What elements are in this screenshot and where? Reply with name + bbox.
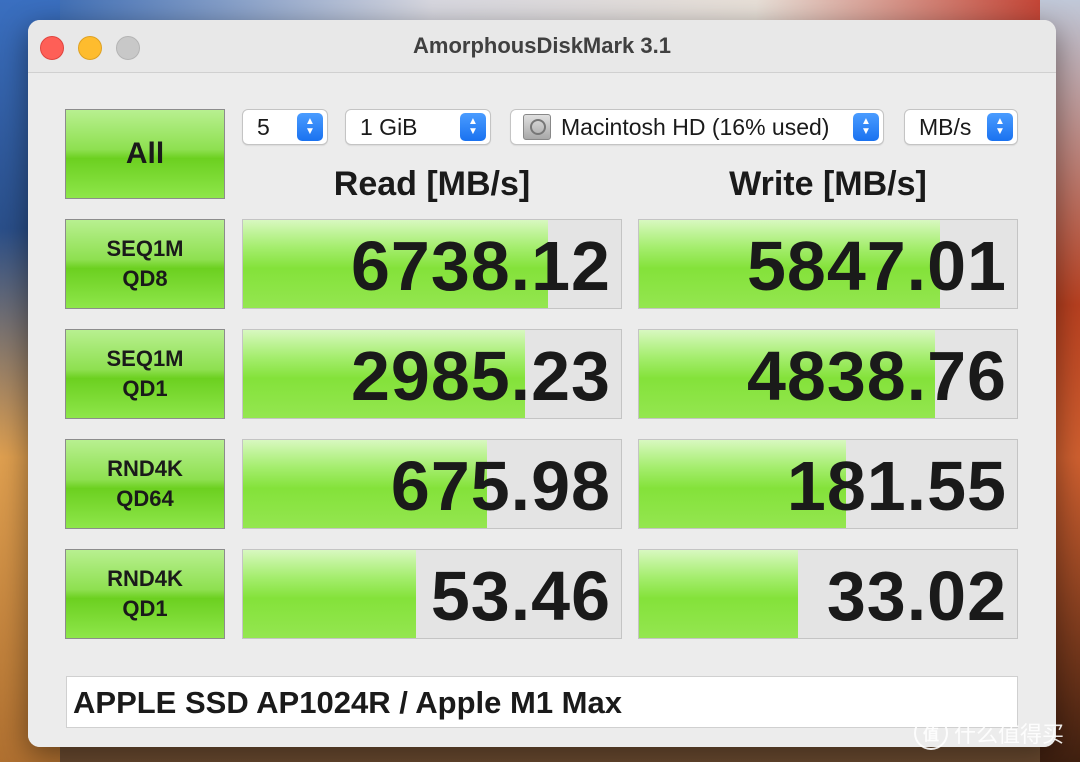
title-bar: AmorphousDiskMark 3.1 [28,20,1056,73]
read-result-value: 675.98 [390,447,611,525]
count-value: 5 [257,113,270,140]
read-result-value: 2985.23 [350,337,611,415]
size-select[interactable]: 1 GiB ▲ ▼ [345,109,491,145]
write-result-bar [639,550,799,638]
test-button-seq1m-qd1[interactable]: SEQ1M QD1 [65,329,225,419]
unit-stepper-icon: ▲ ▼ [987,113,1013,141]
count-stepper-icon: ▲ ▼ [297,113,323,141]
disk-value: Macintosh HD (16% used) [561,113,830,140]
read-result-value: 6738.12 [350,227,611,305]
test-button-rnd4k-qd64[interactable]: RND4K QD64 [65,439,225,529]
test-name-line2: QD64 [116,486,174,511]
read-result-cell: 2985.23 [242,329,622,419]
run-all-label: All [125,137,165,170]
size-stepper-icon: ▲ ▼ [460,113,486,141]
write-result-cell: 33.02 [638,549,1018,639]
write-column-header: Write [MB/s] [729,165,927,203]
disk-stepper-icon: ▲ ▼ [853,113,879,141]
window-title: AmorphousDiskMark 3.1 [413,33,671,58]
write-result-cell: 181.55 [638,439,1018,529]
test-name-line1: RND4K [107,566,183,591]
size-value: 1 GiB [360,113,418,140]
disk-select[interactable]: Macintosh HD (16% used) ▲ ▼ [510,109,884,145]
read-result-bar [243,550,417,638]
app-window: AmorphousDiskMark 3.1 All 5 ▲ ▼ 1 GiB ▲ ▼ … [28,20,1056,747]
write-result-cell: 5847.01 [638,219,1018,309]
read-result-value: 53.46 [430,557,611,635]
write-result-value: 4838.76 [746,337,1007,415]
run-all-button[interactable]: All [65,109,225,199]
read-result-cell: 53.46 [242,549,622,639]
hard-disk-icon [523,114,551,140]
test-button-rnd4k-qd1[interactable]: RND4K QD1 [65,549,225,639]
test-name-line2: QD1 [122,376,168,401]
unit-select[interactable]: MB/s ▲ ▼ [904,109,1018,145]
write-result-cell: 4838.76 [638,329,1018,419]
watermark: 值 什么值得买 [913,716,1064,750]
read-result-cell: 6738.12 [242,219,622,309]
write-result-value: 33.02 [826,557,1007,635]
watermark-text: 什么值得买 [953,722,1064,747]
main-content: All 5 ▲ ▼ 1 GiB ▲ ▼ Macintosh HD (16% used… [28,73,1056,747]
read-column-header: Read [MB/s] [333,165,531,203]
test-name-line1: SEQ1M [106,346,184,371]
device-info-field[interactable]: APPLE SSD AP1024R / Apple M1 Max [66,676,1018,728]
test-button-seq1m-qd8[interactable]: SEQ1M QD8 [65,219,225,309]
test-name-line2: QD8 [122,266,168,291]
count-select[interactable]: 5 ▲ ▼ [242,109,328,145]
watermark-logo-icon: 值 [913,716,948,750]
unit-value: MB/s [919,113,972,140]
read-result-cell: 675.98 [242,439,622,529]
write-result-value: 5847.01 [746,227,1007,305]
write-result-value: 181.55 [786,447,1007,525]
test-name-line1: RND4K [107,456,183,481]
test-name-line2: QD1 [122,596,168,621]
test-name-line1: SEQ1M [106,236,184,261]
